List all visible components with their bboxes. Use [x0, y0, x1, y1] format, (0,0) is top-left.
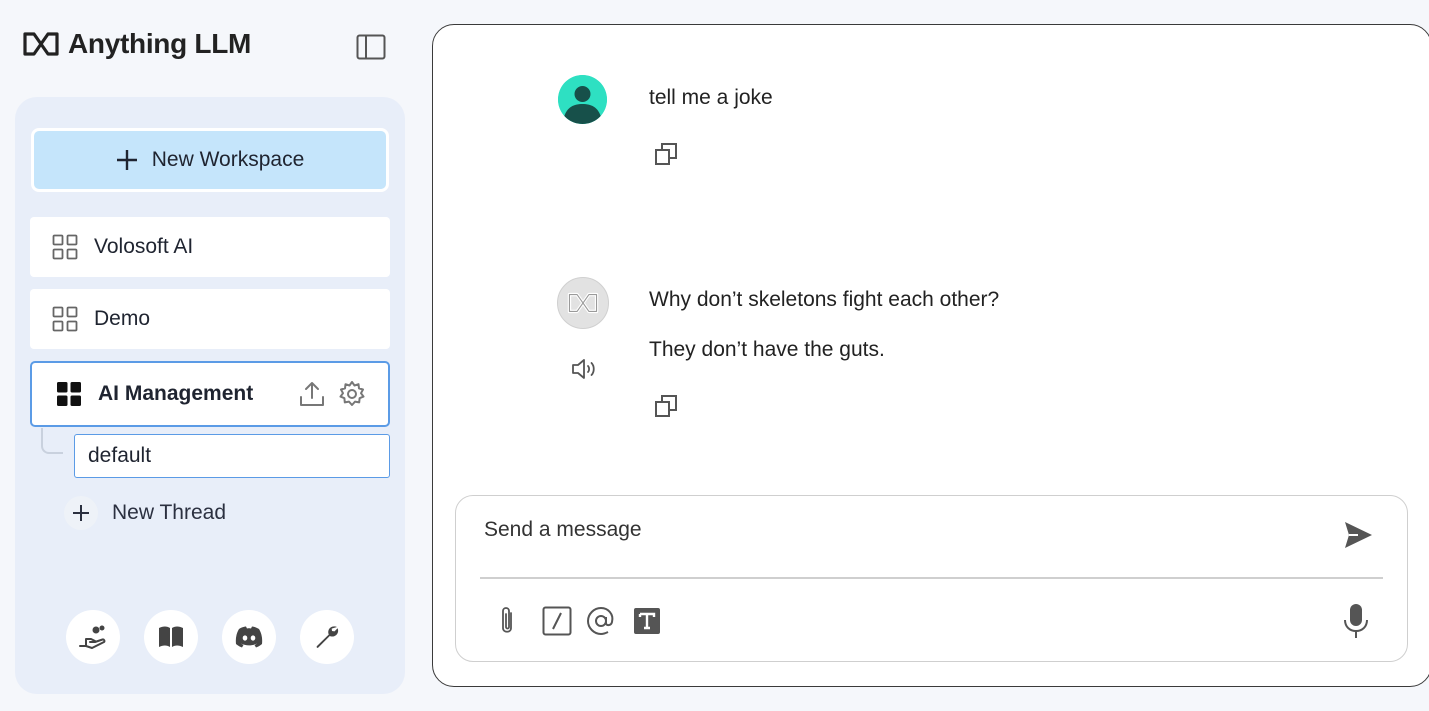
slash-command-icon [542, 606, 572, 636]
text-size-icon [634, 608, 660, 634]
settings-button[interactable] [300, 610, 354, 664]
microphone-icon[interactable] [1341, 603, 1371, 639]
support-button[interactable] [66, 610, 120, 664]
workspace-grid-icon [52, 306, 78, 332]
assistant-message-line: They don’t have the guts. [649, 338, 885, 361]
workspace-label: Demo [94, 307, 151, 330]
new-thread-button[interactable]: New Thread [64, 496, 226, 530]
book-icon [159, 626, 183, 647]
at-mention-icon [586, 606, 614, 636]
assistant-avatar [557, 277, 609, 329]
anything-llm-logo-icon [23, 32, 59, 56]
workspace-item-ai-management[interactable]: AI Management [30, 361, 390, 427]
workspace-grid-icon [52, 234, 78, 260]
speaker-icon[interactable] [571, 356, 599, 382]
workspace-item-volosoft-ai[interactable]: Volosoft AI [30, 217, 390, 277]
send-icon[interactable] [1342, 519, 1374, 551]
paperclip-icon [502, 607, 512, 633]
sidebar-toggle-button[interactable] [356, 34, 386, 60]
text-size-button[interactable] [632, 605, 662, 637]
assistant-message-line: Why don’t skeletons fight each other? [649, 288, 1000, 311]
app-title: Anything LLM [68, 28, 252, 59]
discord-button[interactable] [222, 610, 276, 664]
workspace-label: AI Management [98, 382, 254, 405]
docs-button[interactable] [144, 610, 198, 664]
user-avatar-icon [558, 75, 607, 124]
thread-label: default [88, 444, 152, 467]
slash-command-button[interactable] [542, 605, 572, 637]
thread-connector [41, 428, 63, 454]
user-avatar [558, 75, 607, 124]
workspace-item-demo[interactable]: Demo [30, 289, 390, 349]
at-mention-button[interactable] [586, 605, 616, 637]
anything-llm-logo-icon [567, 292, 599, 314]
plus-icon [116, 150, 137, 170]
thread-item-default[interactable]: default [74, 434, 390, 478]
upload-icon[interactable] [298, 380, 326, 408]
message-input[interactable] [484, 515, 1324, 545]
discord-icon [235, 626, 263, 648]
sidebar-panel-icon [356, 34, 386, 60]
app-logo: Anything LLM [22, 28, 251, 60]
wrench-icon [316, 626, 339, 648]
workspace-label: Volosoft AI [94, 235, 194, 258]
support-hand-icon [79, 625, 106, 649]
new-thread-label: New Thread [112, 501, 227, 524]
composer-divider [480, 577, 1383, 579]
attach-file-button[interactable] [492, 605, 522, 637]
copy-icon[interactable] [654, 142, 678, 166]
plus-icon [64, 496, 98, 530]
user-message-text: tell me a joke [649, 86, 773, 109]
gear-icon[interactable] [338, 380, 366, 408]
new-workspace-label: New Workspace [151, 148, 305, 171]
copy-icon[interactable] [654, 394, 678, 418]
new-workspace-button[interactable]: New Workspace [31, 128, 389, 192]
workspace-grid-filled-icon [57, 382, 81, 406]
